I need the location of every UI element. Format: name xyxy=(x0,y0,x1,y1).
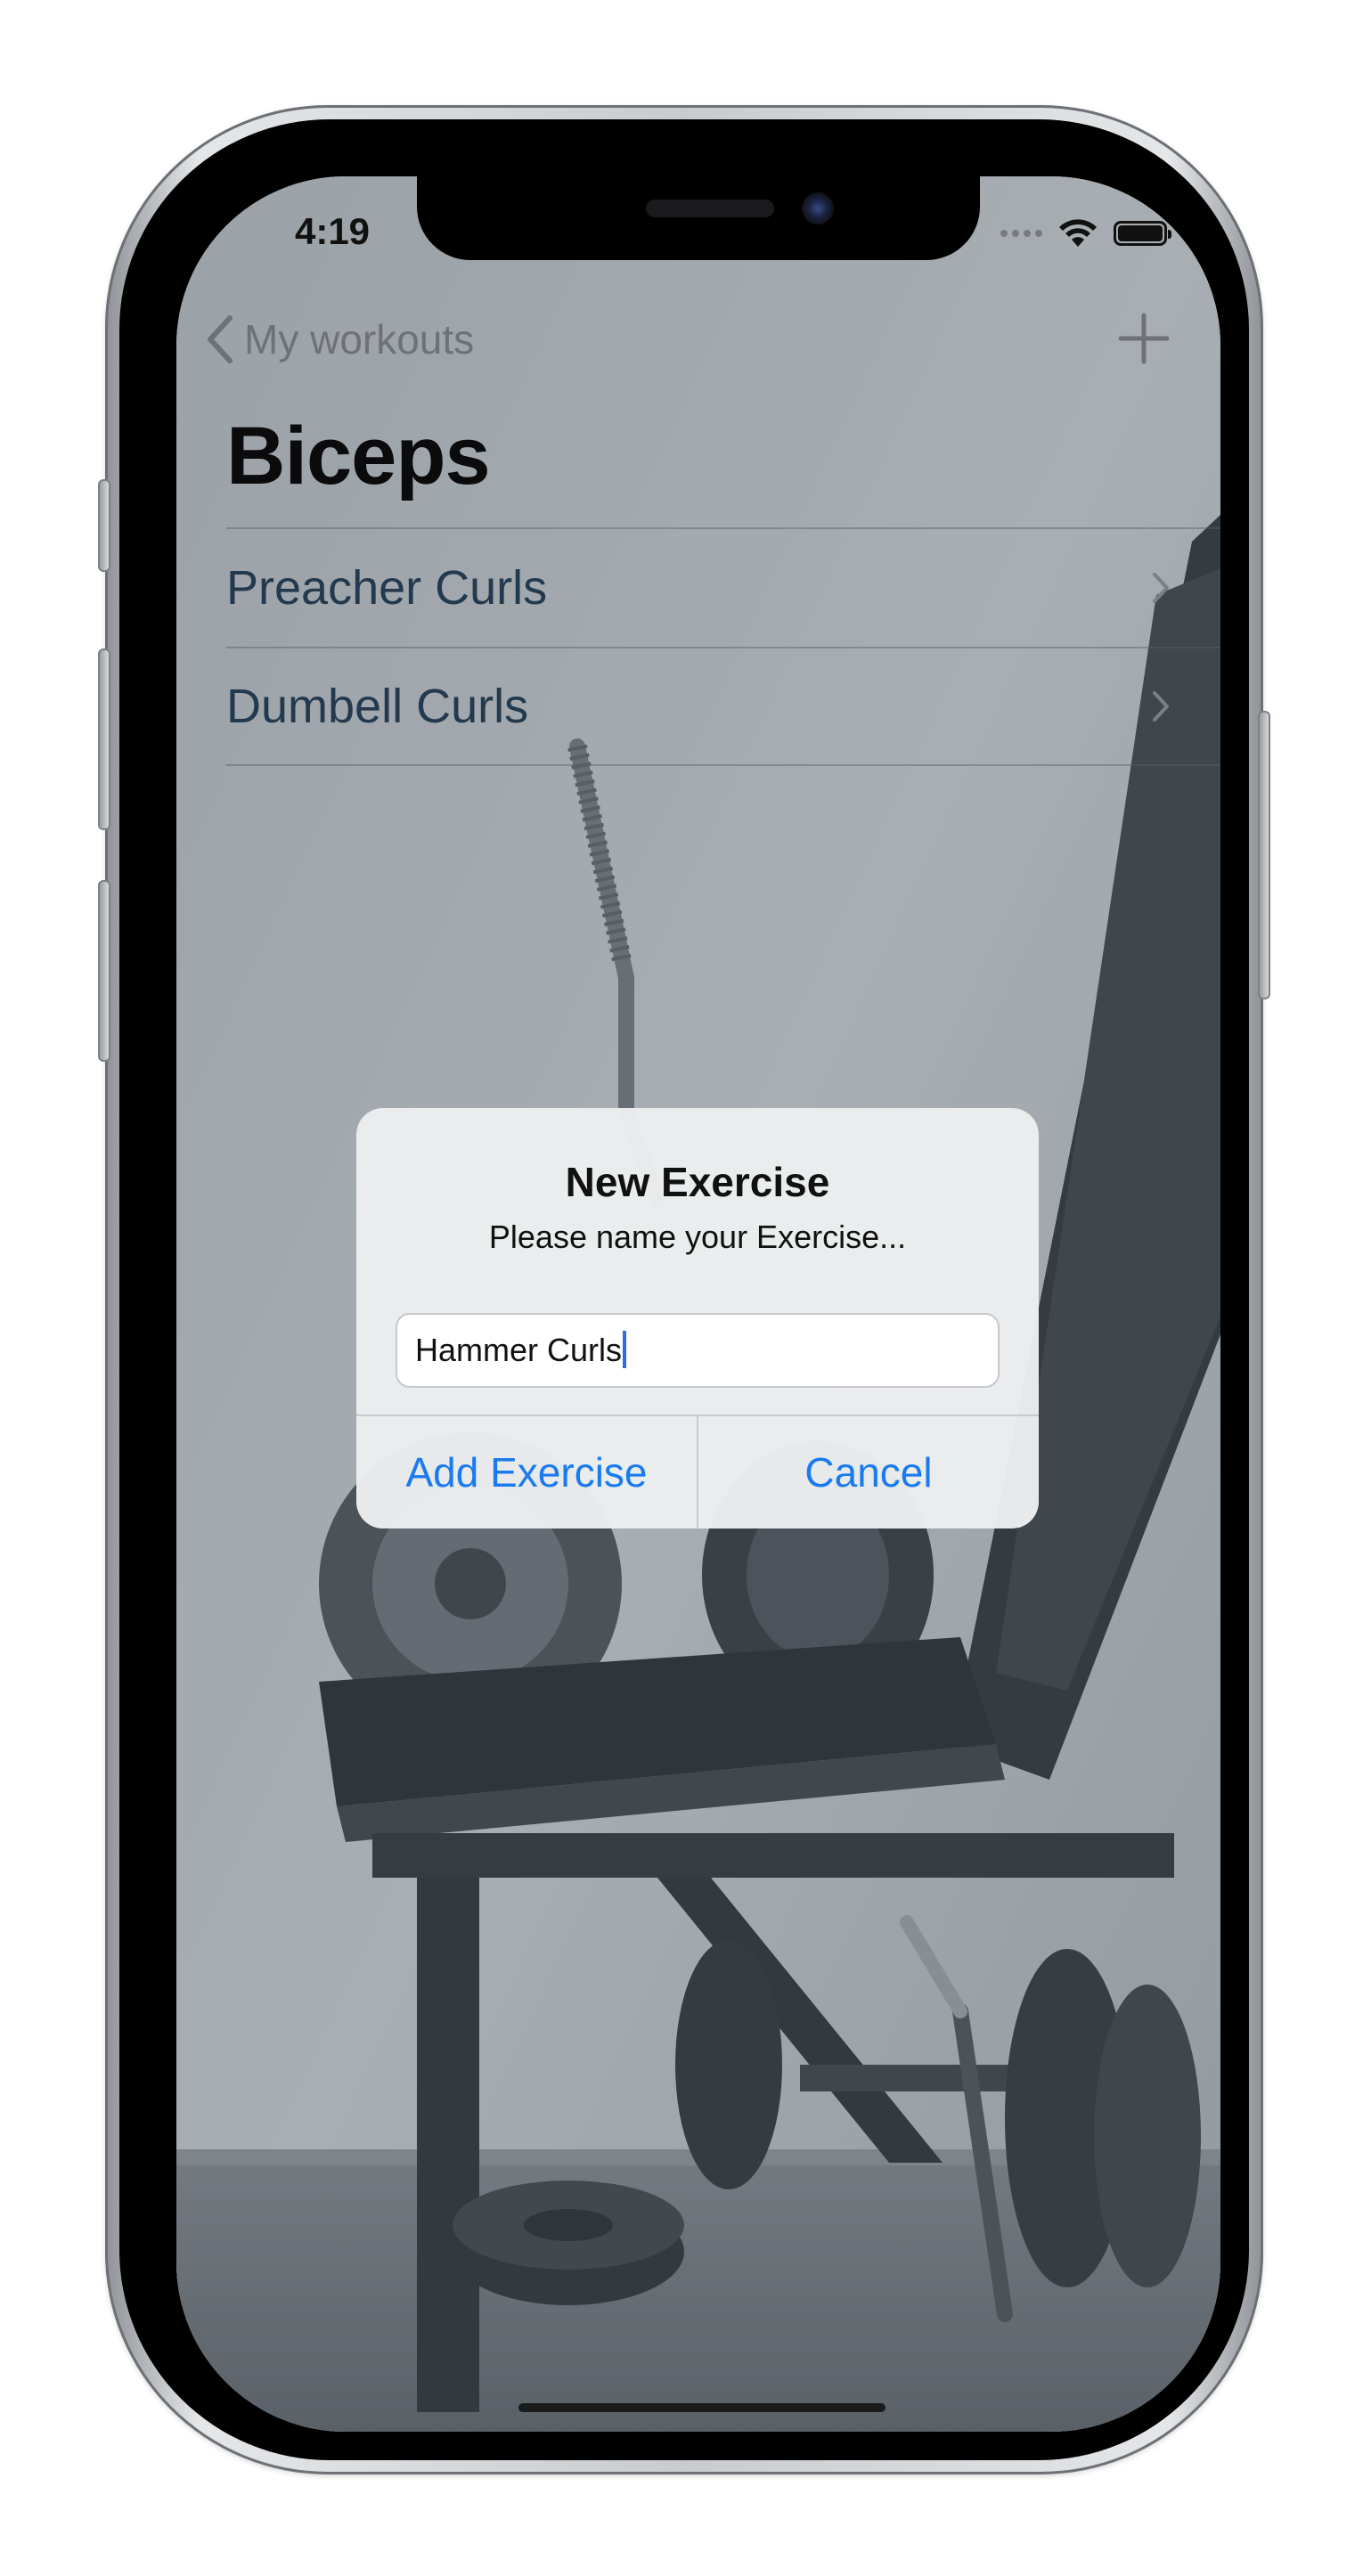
status-time: 4:19 xyxy=(294,210,371,252)
alert-title: New Exercise xyxy=(565,1159,830,1205)
earpiece-speaker xyxy=(646,200,774,217)
wifi-icon xyxy=(1059,219,1097,247)
front-camera xyxy=(802,192,834,224)
alert-actions: Add Exercise Cancel xyxy=(356,1414,1039,1528)
exercise-list: Preacher Curls Dumbell Curls xyxy=(226,527,1220,766)
silent-switch xyxy=(98,479,110,572)
back-button-label: My workouts xyxy=(244,316,475,363)
battery-icon xyxy=(1114,221,1171,246)
new-exercise-alert: New Exercise Please name your Exercise..… xyxy=(356,1108,1039,1528)
chevron-right-icon xyxy=(1153,691,1169,721)
home-indicator[interactable] xyxy=(518,2403,886,2412)
volume-up-button xyxy=(98,648,110,830)
page-title: Biceps xyxy=(226,411,491,501)
add-exercise-button[interactable]: Add Exercise xyxy=(356,1416,698,1528)
list-item[interactable]: Dumbell Curls xyxy=(226,647,1220,766)
chevron-left-icon xyxy=(208,315,233,363)
plus-icon[interactable] xyxy=(1117,312,1171,365)
volume-down-button xyxy=(98,880,110,1062)
list-item[interactable]: Preacher Curls xyxy=(226,527,1220,647)
cellular-signal-icon xyxy=(1000,230,1042,237)
alert-message: Please name your Exercise... xyxy=(488,1219,907,1255)
phone-frame: 4:19 My workouts Biceps Preacher Curls D… xyxy=(98,105,1270,2474)
exercise-label: Preacher Curls xyxy=(226,561,548,615)
screen: 4:19 My workouts Biceps Preacher Curls D… xyxy=(176,176,1220,2432)
exercise-name-input[interactable]: Hammer Curls xyxy=(396,1313,1000,1388)
bezel: 4:19 My workouts Biceps Preacher Curls D… xyxy=(119,119,1249,2460)
back-button[interactable]: My workouts xyxy=(205,314,474,364)
cancel-button[interactable]: Cancel xyxy=(698,1416,1039,1528)
status-icons xyxy=(1000,216,1171,251)
chevron-right-icon xyxy=(1153,573,1169,603)
text-cursor xyxy=(623,1331,627,1369)
notch xyxy=(417,176,980,260)
exercise-label: Dumbell Curls xyxy=(226,680,529,733)
power-button xyxy=(1258,711,1270,999)
exercise-name-value: Hammer Curls xyxy=(415,1332,623,1368)
